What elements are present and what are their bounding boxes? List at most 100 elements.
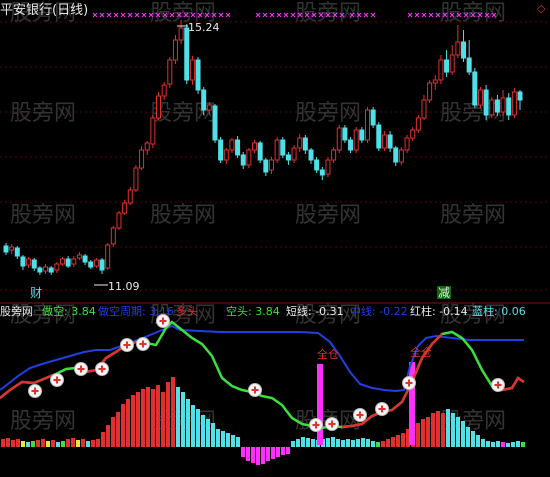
histogram-bar [121, 404, 125, 447]
candle-body [472, 71, 478, 106]
candle-body [229, 139, 235, 151]
histogram-bar [256, 447, 260, 465]
histogram-bar [146, 387, 150, 447]
histogram-bar [391, 437, 395, 447]
histogram-bar [291, 441, 295, 447]
candle-body [139, 149, 145, 169]
candle-body [506, 97, 512, 116]
jian-label: 减 [438, 286, 450, 300]
candle-body [195, 59, 201, 91]
histogram-bar [451, 413, 455, 447]
candle-body [59, 258, 65, 265]
histogram-bar [386, 439, 390, 447]
histogram-bar [21, 441, 25, 447]
candle-body [37, 267, 43, 273]
candle-body [297, 137, 303, 149]
histogram-bar [331, 437, 335, 447]
histogram-bar [206, 419, 210, 447]
histogram-bar [86, 441, 90, 447]
candle-body [319, 169, 325, 176]
watermark-text: 股旁网 [295, 101, 361, 126]
histogram-bar [211, 423, 215, 447]
candle-body [116, 212, 122, 229]
candle-body [71, 258, 77, 265]
candle-body [314, 159, 320, 171]
histogram-bar [66, 439, 70, 447]
histogram-bar [466, 427, 470, 447]
candle-body [43, 266, 49, 272]
histogram-bar [261, 447, 265, 464]
diamond-icon: ◇ [537, 2, 546, 15]
histogram-bar [156, 385, 160, 447]
histogram-bar [26, 442, 30, 447]
candle-body [167, 59, 173, 85]
candle-body [427, 82, 433, 101]
candle-body [156, 95, 162, 119]
histogram-bar [241, 447, 245, 457]
histogram-bar [286, 447, 290, 454]
histogram-bar [31, 441, 35, 447]
candle-body [421, 99, 427, 119]
candle-body [240, 154, 246, 166]
histogram-bar [51, 440, 55, 447]
histogram-bar [371, 441, 375, 447]
candle-body [444, 59, 450, 73]
histogram-bar [446, 409, 450, 447]
histogram-bar [266, 447, 270, 461]
histogram-bar [461, 421, 465, 447]
histogram-bar [226, 433, 230, 447]
legend-item-zuokong: 做空: 3.84 [42, 304, 96, 318]
legend-item-duotou: 多头 [176, 304, 198, 318]
candle-body [201, 89, 207, 111]
histogram-bar [216, 429, 220, 447]
histogram-bar [356, 439, 360, 447]
histogram-bar [426, 417, 430, 447]
histogram-bar [201, 415, 205, 447]
histogram-bar [141, 389, 145, 447]
candle-body [308, 149, 314, 161]
candle-body [449, 54, 455, 73]
legend-item-kongtou: 空头: 3.84 [226, 304, 280, 318]
candle-body [336, 127, 342, 151]
histogram-bar [1, 439, 5, 447]
histogram-bar [346, 439, 350, 447]
candle-body [489, 99, 495, 116]
candle-body [133, 167, 139, 191]
buy-marker-icon [50, 373, 64, 387]
candle-body [206, 104, 212, 111]
low-label: 11.09 [108, 280, 140, 293]
candle-body [268, 159, 274, 171]
histogram-bar [91, 440, 95, 447]
histogram-bar [441, 413, 445, 447]
candle-body [150, 117, 156, 145]
legend-item-hongzhu: 红柱: -0.14 [410, 304, 468, 318]
buy-marker-icon [491, 378, 505, 392]
buy-marker-icon [353, 408, 367, 422]
histogram-bar [401, 433, 405, 447]
histogram-bar [11, 440, 15, 447]
histogram-bar [166, 382, 170, 447]
candle-body [466, 57, 472, 73]
histogram-bar [136, 392, 140, 447]
candle-body [438, 59, 444, 81]
watermark-text: 股旁网 [10, 409, 76, 434]
buy-marker-icon [309, 418, 323, 432]
histogram-bar [336, 439, 340, 447]
candle-body [285, 154, 291, 161]
histogram-bar [186, 399, 190, 447]
buy-marker-icon [156, 314, 170, 328]
histogram-bar [191, 405, 195, 447]
legend-name: 股旁网 [0, 304, 33, 318]
histogram-bar [46, 441, 50, 447]
candle-body [274, 139, 280, 161]
histogram-bar [111, 417, 115, 447]
candle-body [212, 105, 218, 141]
candle-body [223, 149, 229, 161]
histogram-bar [381, 441, 385, 447]
indicator-legend: 股旁网 做空: 3.84 做空周期: 3.16 多头 空头: 3.84 短线: … [0, 304, 526, 318]
histogram-bar [296, 439, 300, 447]
candle-body [291, 147, 297, 161]
histogram-bar [106, 425, 110, 447]
histogram-bar [246, 447, 250, 461]
histogram-bar [341, 440, 345, 447]
